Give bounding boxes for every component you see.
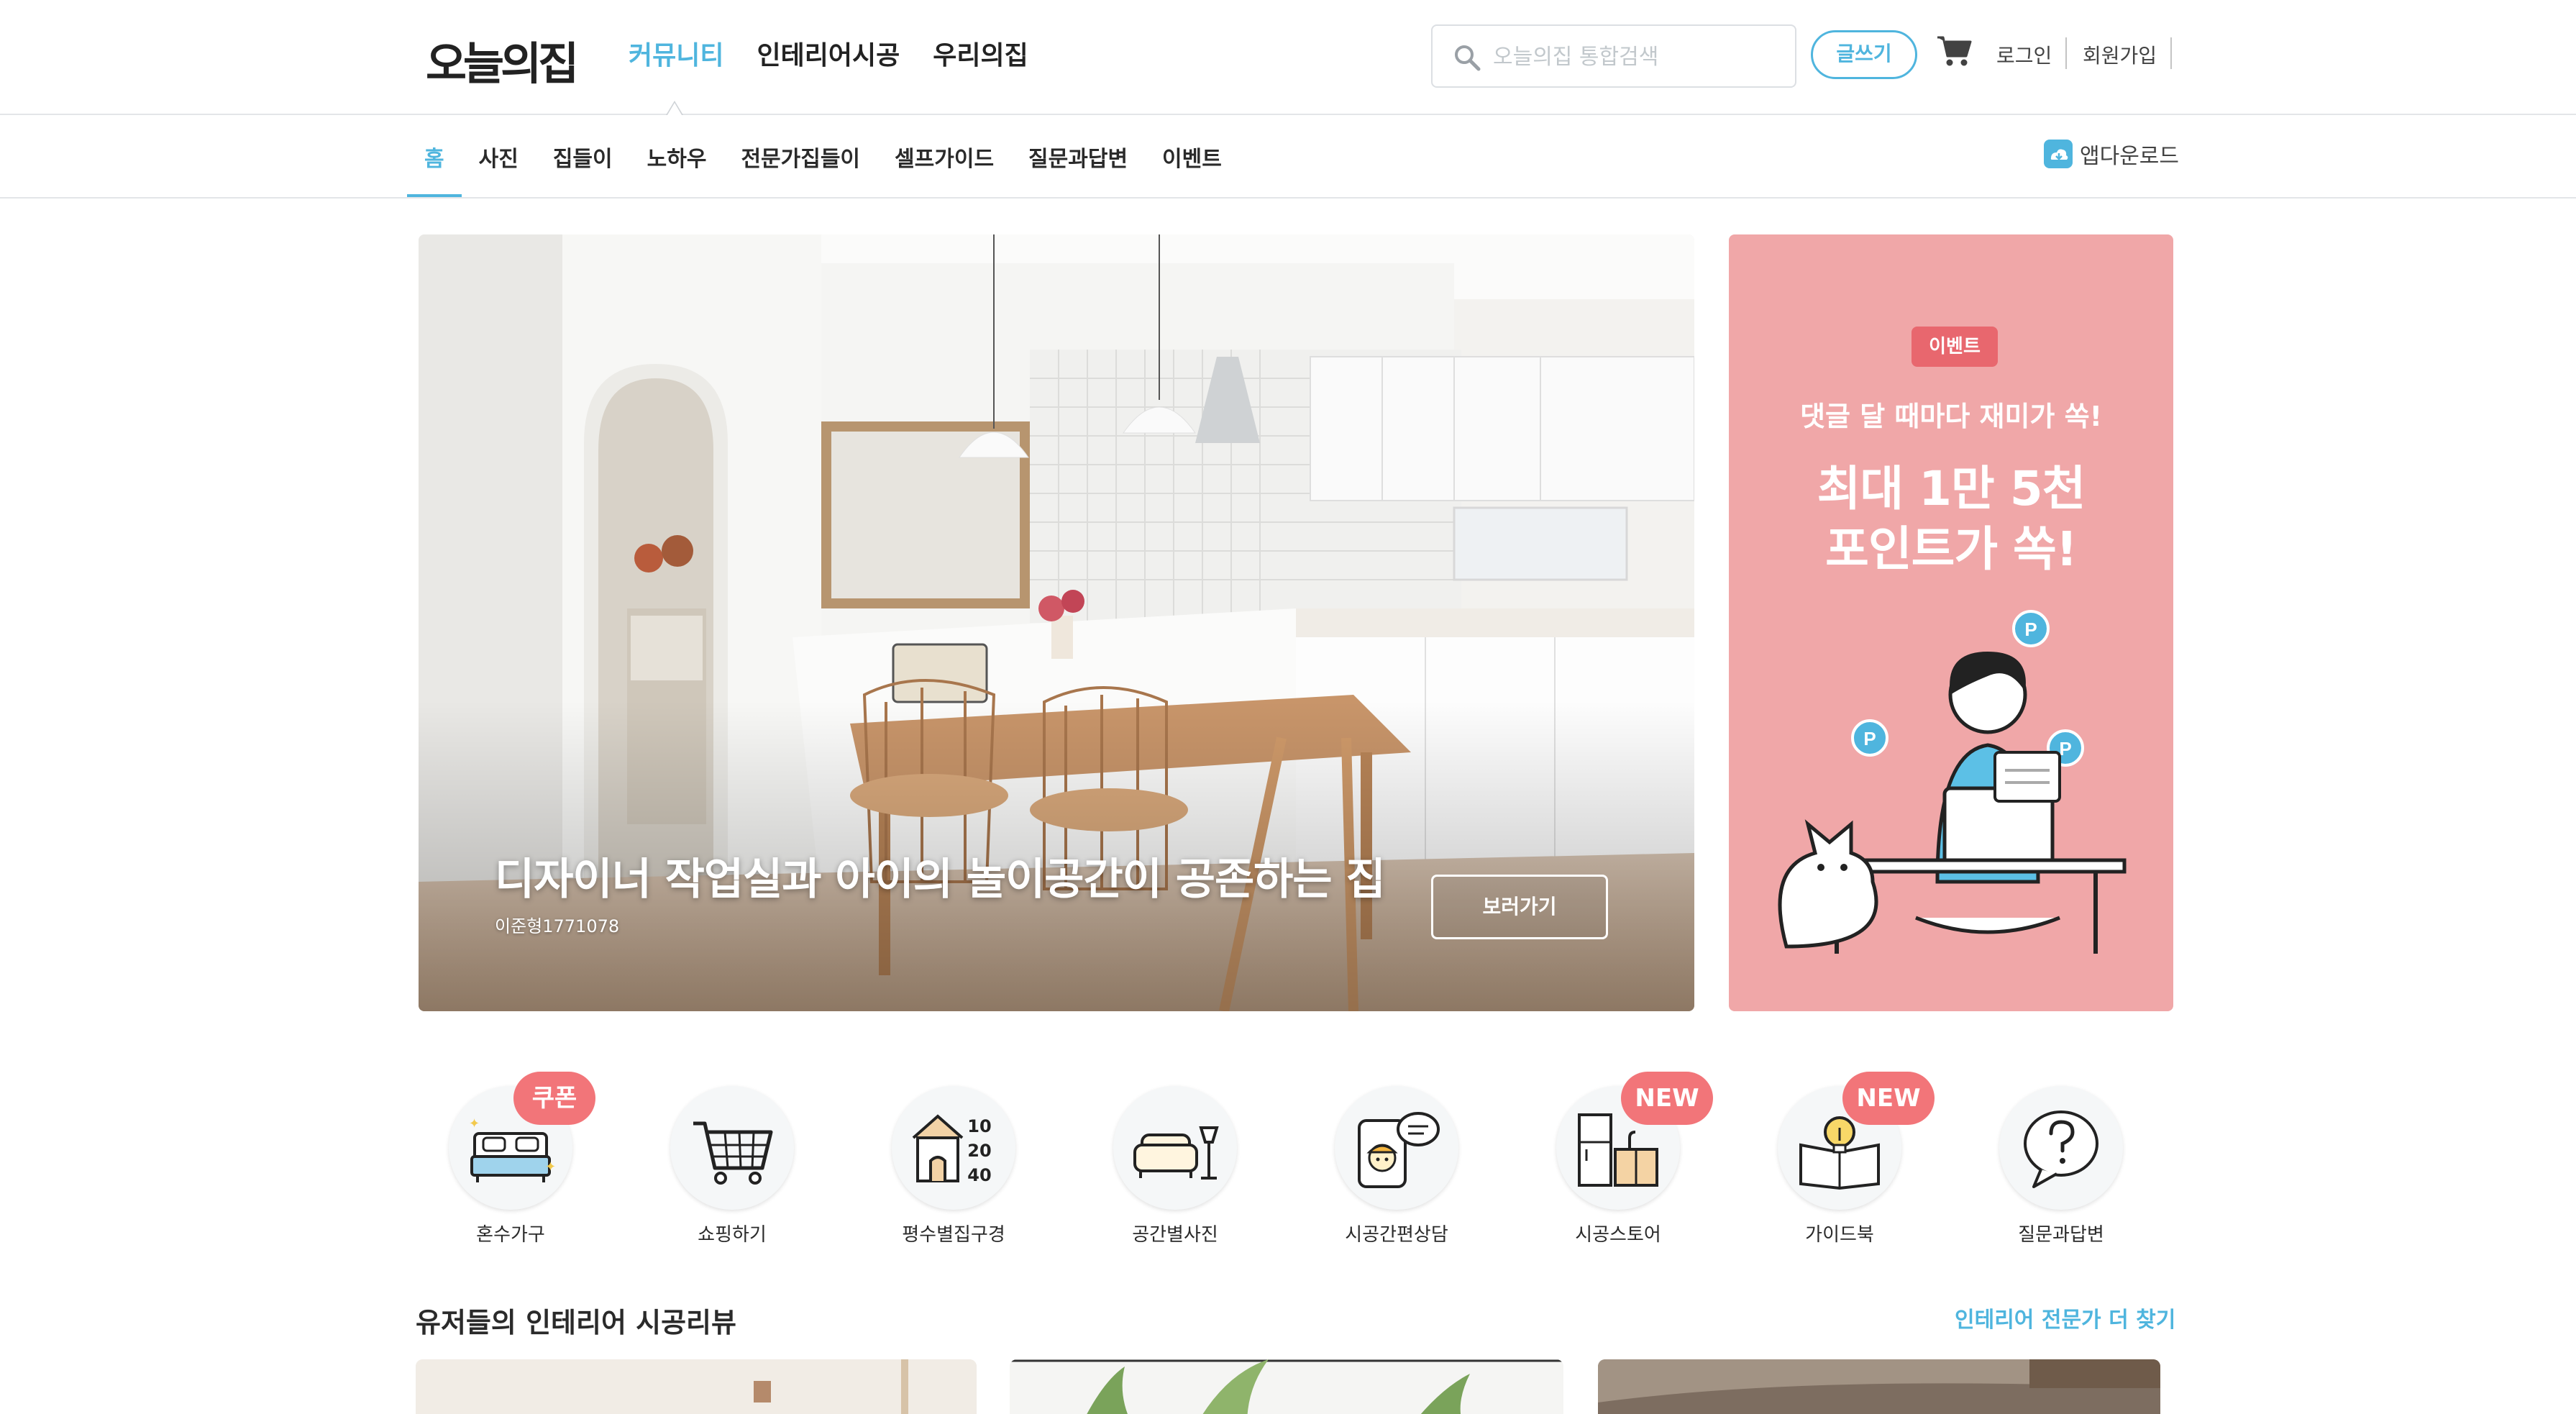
event-headline: 포인트가 쏙! [1825, 521, 2078, 577]
sub-nav: 홈 사진 집들이 노하우 전문가집들이 셀프가이드 질문과답변 이벤트 앱다운로… [0, 115, 2576, 199]
category-label: 질문과답변 [2018, 1224, 2104, 1246]
site-logo[interactable]: 오늘의집 [426, 27, 579, 92]
nav-our-home[interactable]: 우리의집 [933, 35, 1028, 72]
header-divider [2065, 37, 2067, 69]
header-divider [2170, 37, 2172, 69]
cart-icon[interactable] [1936, 35, 1972, 68]
coupon-badge: 쿠폰 [513, 1072, 595, 1125]
category-consultation[interactable]: 시공간편상담 [1305, 1072, 1484, 1259]
size-number: 40 [967, 1165, 991, 1185]
category-label: 평수별집구경 [902, 1224, 1005, 1246]
hero-view-button[interactable]: 보러가기 [1431, 875, 1608, 939]
size-number: 10 [967, 1116, 991, 1136]
house-size-icon: 10 20 40 [912, 1114, 992, 1185]
category-icon-circle: 10 20 40 [892, 1086, 1015, 1210]
review-photo [416, 1359, 977, 1414]
subnav-item-self-guide[interactable]: 셀프가이드 [877, 115, 1011, 197]
search-box[interactable] [1431, 24, 1796, 88]
event-badge: 이벤트 [1912, 327, 1998, 367]
category-icon-circle [670, 1086, 794, 1210]
event-subtitle: 댓글 달 때마다 재미가 쏙! [1800, 401, 2102, 432]
app-download-icon [2044, 140, 2073, 168]
review-photo [1598, 1359, 2160, 1414]
subnav-item-photos[interactable]: 사진 [462, 115, 536, 197]
consult-icon [1358, 1112, 1440, 1188]
hero-author: 이준형1771078 [495, 916, 620, 936]
hero-title[interactable]: 디자이너 작업실과 아이의 놀이공간이 공존하는 집 [495, 844, 1386, 907]
category-icon-circle [1335, 1086, 1458, 1210]
review-photo [1010, 1359, 1563, 1414]
category-label: 시공간편상담 [1345, 1224, 1448, 1246]
svg-text:✦: ✦ [545, 1159, 556, 1174]
search-input[interactable] [1493, 39, 1781, 75]
main-nav: 커뮤니티 인테리어시공 우리의집 [629, 35, 1028, 72]
sofa-icon [1133, 1126, 1219, 1180]
size-number: 20 [967, 1141, 991, 1161]
nav-active-caret [666, 101, 683, 115]
reviews-section-title: 유저들의 인테리어 시공리뷰 [416, 1307, 736, 1338]
category-icon-circle [1113, 1086, 1237, 1210]
svg-text:P: P [1863, 728, 1876, 749]
category-label: 공간별사진 [1132, 1224, 1218, 1246]
category-label: 시공스토어 [1575, 1224, 1661, 1246]
hero-banner[interactable]: 디자이너 작업실과 아이의 놀이공간이 공존하는 집 이준형1771078 보러… [419, 234, 1694, 1011]
nav-community[interactable]: 커뮤니티 [629, 35, 723, 72]
signup-link[interactable]: 회원가입 [2083, 40, 2157, 69]
event-headline: 최대 1만 5천 [1817, 461, 2086, 516]
category-by-space[interactable]: 공간별사진 [1083, 1072, 1263, 1259]
search-icon [1455, 45, 1481, 71]
category-construction-store[interactable]: NEW 시공스토어 [1526, 1072, 1713, 1259]
subnav-item-home[interactable]: 홈 [407, 115, 462, 197]
login-link[interactable]: 로그인 [1996, 40, 2052, 69]
subnav-item-qna[interactable]: 질문과답변 [1011, 115, 1145, 197]
subnav-item-events[interactable]: 이벤트 [1145, 115, 1239, 197]
category-by-size[interactable]: 10 20 40 평수별집구경 [862, 1072, 1041, 1259]
category-label: 가이드북 [1805, 1224, 1874, 1246]
nav-interior-construction[interactable]: 인테리어시공 [757, 35, 900, 72]
svg-text:✦: ✦ [469, 1116, 480, 1131]
subnav-item-knowhow[interactable]: 노하우 [630, 115, 724, 197]
cart-icon [693, 1121, 773, 1185]
question-icon [2024, 1110, 2098, 1188]
category-label: 쇼핑하기 [698, 1224, 767, 1246]
subnav-item-housewarming[interactable]: 집들이 [536, 115, 630, 197]
category-shopping[interactable]: 쇼핑하기 [640, 1072, 820, 1259]
category-wedding-furniture[interactable]: ✦ ✦ 쿠폰 혼수가구 [419, 1072, 598, 1259]
event-banner[interactable]: P P P 이벤트 댓글 달 때마다 재미가 쏙! 최대 1만 5천 포인트가 … [1729, 234, 2173, 1011]
svg-text:P: P [2024, 619, 2037, 640]
new-badge: NEW [1842, 1072, 1935, 1125]
new-badge: NEW [1621, 1072, 1713, 1125]
category-qna[interactable]: 질문과답변 [1969, 1072, 2149, 1259]
app-download-link[interactable]: 앱다운로드 [2044, 138, 2179, 170]
find-experts-link[interactable]: 인테리어 전문가 더 찾기 [1955, 1302, 2175, 1333]
write-button[interactable]: 글쓰기 [1811, 30, 1917, 79]
app-download-label: 앱다운로드 [2080, 144, 2179, 169]
subnav-item-expert-housewarming[interactable]: 전문가집들이 [723, 115, 877, 197]
review-thumbnail[interactable] [1598, 1359, 2160, 1414]
category-shortcuts: ✦ ✦ 쿠폰 혼수가구 쇼핑하기 10 20 40 평수별집구경 공간별사진 시… [419, 1072, 2173, 1259]
top-header: 오늘의집 커뮤니티 인테리어시공 우리의집 글쓰기 로그인 회원가입 [0, 0, 2576, 115]
category-icon-circle [1999, 1086, 2123, 1210]
category-guidebook[interactable]: NEW 가이드북 [1748, 1072, 1935, 1259]
category-label: 혼수가구 [476, 1224, 545, 1246]
review-thumbnail[interactable] [416, 1359, 977, 1414]
review-thumbnail[interactable] [1010, 1359, 1563, 1414]
